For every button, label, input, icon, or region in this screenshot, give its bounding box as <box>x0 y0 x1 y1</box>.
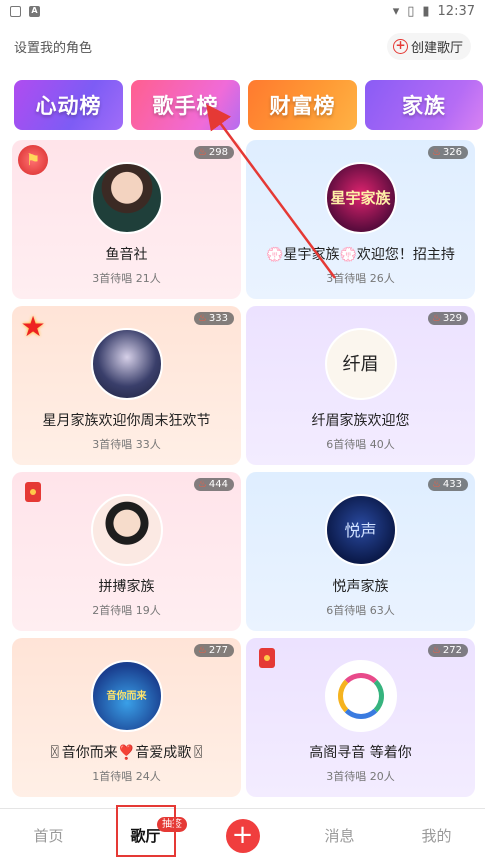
flame-icon: ♨ <box>197 645 207 656</box>
banner-family[interactable]: 家族 <box>365 80 483 130</box>
flame-icon: ♨ <box>197 147 207 158</box>
room-title: 高阁寻音 等着你 <box>309 745 412 761</box>
room-title: 星月家族欢迎你周末狂欢节 <box>42 413 211 429</box>
room-card[interactable]: ♨ 433 悦声 悦声家族 6首待唱 63人 <box>246 472 475 631</box>
banner-singer-rank[interactable]: 歌手榜 <box>131 80 240 130</box>
room-avatar <box>324 660 397 732</box>
set-role-link[interactable]: 设置我的角色 <box>14 37 92 56</box>
flame-icon: ♨ <box>431 147 441 158</box>
heat-badge: ♨ 333 <box>193 312 234 325</box>
clock: 12:37 <box>437 3 475 19</box>
app-notification-icon: A <box>29 5 40 17</box>
banner-wealth-rank[interactable]: 财富榜 <box>248 80 357 130</box>
room-card[interactable]: ♨ 326 星宇家族 💮星宇家族💮欢迎您！招主持 3首待唱 26人 <box>246 140 475 299</box>
nav-messages[interactable]: 消息 <box>291 825 388 846</box>
heat-badge: ♨ 329 <box>427 312 468 325</box>
room-avatar <box>90 162 163 234</box>
room-card[interactable]: ⚑ ♨ 298 鱼音社 3首待唱 21人 <box>12 140 241 299</box>
lottery-badge: 抽签 <box>157 817 187 832</box>
room-stats: 1首待唱 24人 <box>92 770 161 783</box>
room-title: 💮星宇家族💮欢迎您！招主持 <box>266 247 455 263</box>
heat-badge: ♨ 326 <box>427 146 468 159</box>
create-room-button[interactable]: + 创建歌厅 <box>386 32 471 60</box>
room-card[interactable]: ♨ 272 高阁寻音 等着你 3首待唱 20人 <box>246 638 475 797</box>
room-stats: 3首待唱 20人 <box>326 770 395 783</box>
red-envelope-icon <box>18 477 48 507</box>
flag-badge-icon: ⚑ <box>18 145 48 175</box>
star-badge-icon: ★ <box>20 309 46 343</box>
flame-icon: ♨ <box>197 479 207 490</box>
plus-circle-icon: + <box>392 38 408 54</box>
room-avatar: 星宇家族 <box>324 162 397 234</box>
ranking-banners: 心动榜 歌手榜 财富榜 家族 <box>14 80 485 130</box>
status-bar: A ▾ ▯ ▮ 12:37 <box>0 0 485 22</box>
nav-add[interactable]: + <box>194 818 291 853</box>
nav-home[interactable]: 首页 <box>0 825 97 846</box>
heat-badge: ♨ 272 <box>427 644 468 657</box>
page-header: 设置我的角色 + 创建歌厅 <box>0 28 485 64</box>
room-stats: 6首待唱 63人 <box>326 604 395 617</box>
room-avatar <box>90 494 163 566</box>
battery-icon: ▮ <box>422 3 430 19</box>
nav-mine[interactable]: 我的 <box>388 825 485 846</box>
room-avatar <box>90 328 163 400</box>
room-avatar: 纤眉 <box>324 328 397 400</box>
flame-icon: ♨ <box>431 479 441 490</box>
room-card[interactable]: ♨ 277 音你而来 〿音你而来❣️音爱成歌〿 1首待唱 24人 <box>12 638 241 797</box>
bottom-nav: 首页 歌厅 + 消息 我的 <box>0 808 485 862</box>
wifi-icon: ▾ <box>392 3 400 19</box>
image-notification-icon <box>10 5 21 17</box>
room-stats: 3首待唱 26人 <box>326 272 395 285</box>
flame-icon: ♨ <box>431 313 441 324</box>
room-stats: 3首待唱 33人 <box>92 438 161 451</box>
room-title: 〿音你而来❣️音爱成歌〿 <box>47 745 206 761</box>
room-card[interactable]: ♨ 329 纤眉 纤眉家族欢迎您 6首待唱 40人 <box>246 306 475 465</box>
room-title: 纤眉家族欢迎您 <box>311 413 410 429</box>
no-sim-icon: ▯ <box>407 3 415 19</box>
heat-badge: ♨ 433 <box>427 478 468 491</box>
heat-badge: ♨ 277 <box>193 644 234 657</box>
room-title: 拼搏家族 <box>98 579 155 595</box>
add-icon[interactable]: + <box>225 818 260 853</box>
heat-badge: ♨ 444 <box>193 478 234 491</box>
room-title: 鱼音社 <box>105 247 148 263</box>
flame-icon: ♨ <box>197 313 207 324</box>
room-stats: 3首待唱 21人 <box>92 272 161 285</box>
flame-icon: ♨ <box>431 645 441 656</box>
room-card[interactable]: ♨ 444 拼搏家族 2首待唱 19人 <box>12 472 241 631</box>
room-grid: ⚑ ♨ 298 鱼音社 3首待唱 21人 ♨ 326 星宇家族 💮星宇家族💮欢迎您！… <box>12 140 475 797</box>
red-envelope-icon <box>252 643 282 673</box>
room-card[interactable]: ★ ♨ 333 星月家族欢迎你周末狂欢节 3首待唱 33人 <box>12 306 241 465</box>
banner-heartbeat-rank[interactable]: 心动榜 <box>14 80 123 130</box>
room-stats: 2首待唱 19人 <box>92 604 161 617</box>
room-title: 悦声家族 <box>332 579 389 595</box>
heat-badge: ♨ 298 <box>193 146 234 159</box>
room-avatar: 音你而来 <box>90 660 163 732</box>
create-room-label: 创建歌厅 <box>410 40 463 56</box>
room-avatar: 悦声 <box>324 494 397 566</box>
room-stats: 6首待唱 40人 <box>326 438 395 451</box>
